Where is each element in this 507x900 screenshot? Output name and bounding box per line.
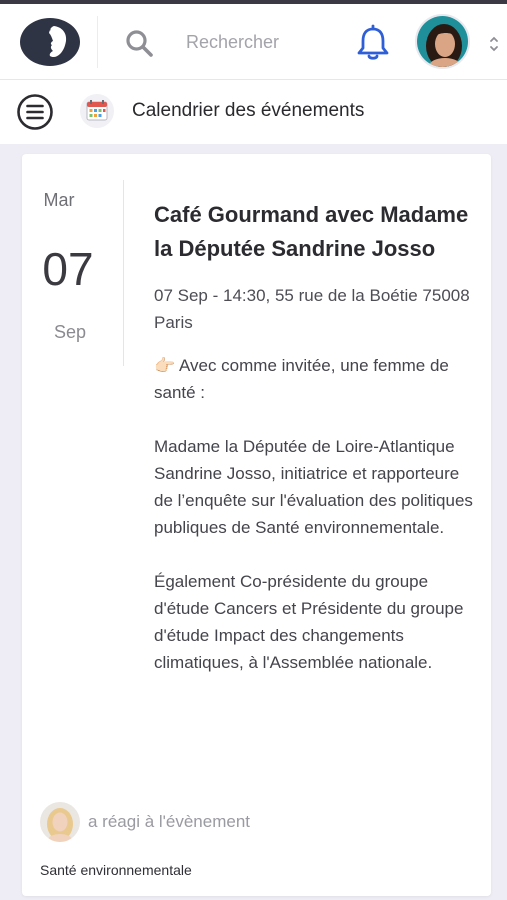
bell-icon[interactable] xyxy=(355,24,391,62)
event-content: Café Gourmand avec Madame la Députée San… xyxy=(154,198,476,676)
event-title[interactable]: Café Gourmand avec Madame la Députée San… xyxy=(154,198,476,266)
event-description: 👉🏻 Avec comme invitée, une femme de sant… xyxy=(154,356,473,672)
event-tag[interactable]: Santé environnementale xyxy=(40,862,192,878)
calendar-icon xyxy=(80,94,114,128)
event-day-name: Mar xyxy=(43,190,75,210)
search-icon[interactable] xyxy=(124,28,154,58)
app-header xyxy=(0,4,507,80)
user-avatar[interactable] xyxy=(415,14,470,69)
event-month: Sep xyxy=(53,322,87,342)
event-day-number: 07 xyxy=(42,243,94,295)
menu-icon[interactable] xyxy=(16,93,54,131)
page-title: Calendrier des événements xyxy=(132,100,365,121)
event-datetime-location: 07 Sep - 14:30, 55 rue de la Boétie 7500… xyxy=(154,286,470,332)
app-logo[interactable] xyxy=(20,18,80,66)
header-divider xyxy=(97,16,98,68)
page-subheader: Calendrier des événements xyxy=(0,80,507,144)
reaction-text: a réagi à l'évènement xyxy=(88,812,251,831)
search-input[interactable] xyxy=(186,26,336,58)
date-divider xyxy=(123,180,124,366)
event-reaction: a réagi à l'évènement xyxy=(40,802,460,842)
event-card[interactable]: Mar 07 Sep Café Gourmand avec Madame la … xyxy=(22,154,491,896)
reactor-avatar[interactable] xyxy=(40,802,80,842)
event-date-block: Mar 07 Sep xyxy=(22,154,122,366)
chevron-updown-icon[interactable] xyxy=(488,34,500,54)
woman-profile-logo xyxy=(20,18,80,66)
